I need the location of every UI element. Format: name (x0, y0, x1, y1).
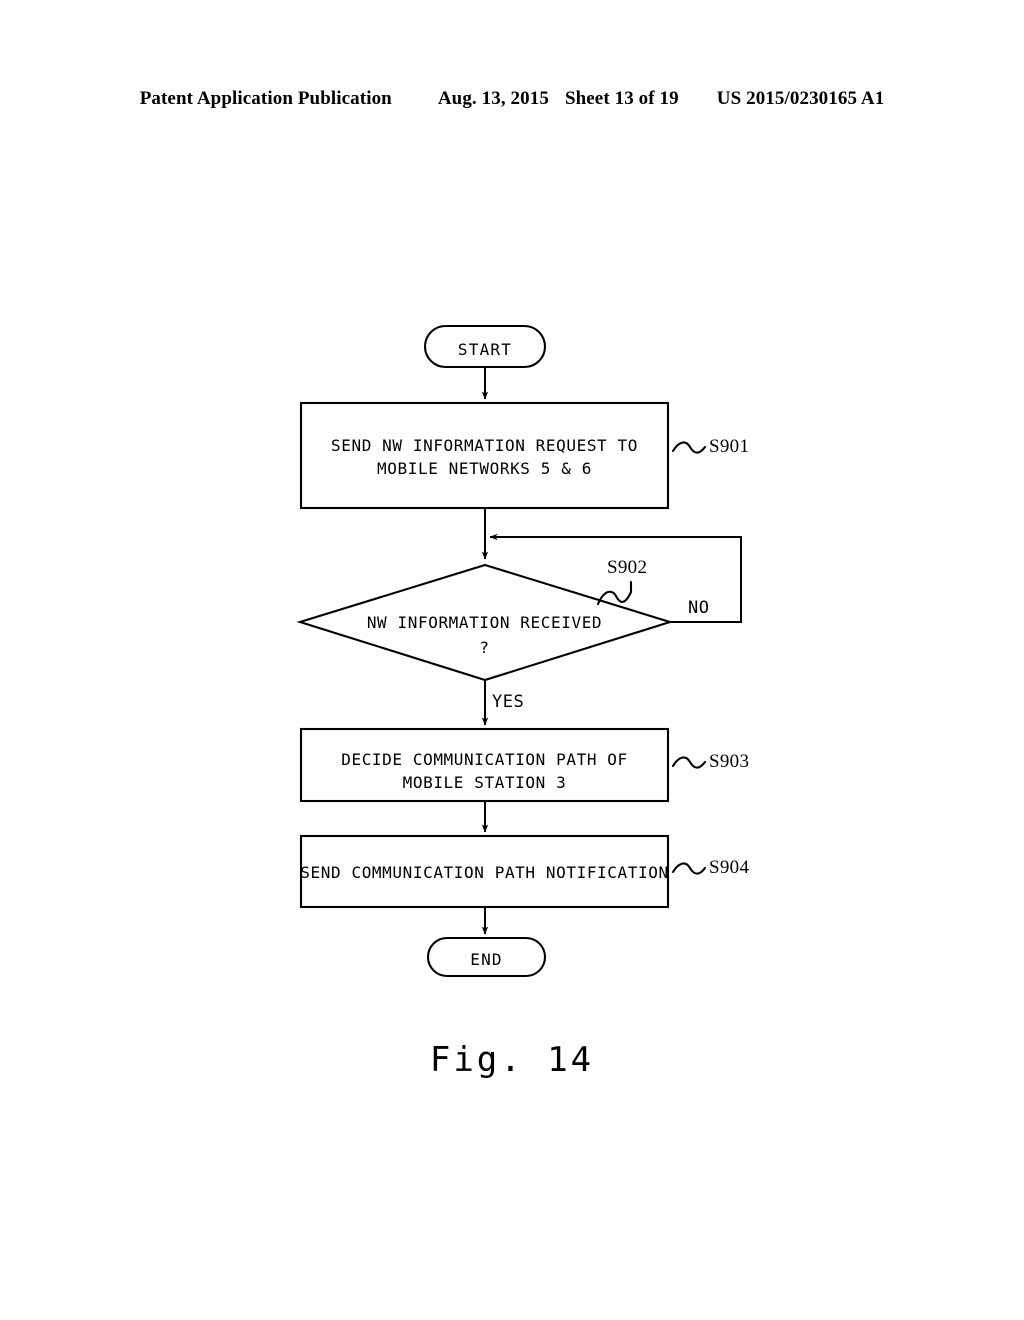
branch-label-yes: YES (492, 692, 525, 712)
reference-label-s902: S902 (607, 557, 648, 578)
leader-line-s904 (671, 862, 707, 875)
leader-line-s901 (671, 441, 707, 454)
leader-line-s903 (671, 756, 707, 769)
node-end-label: END (470, 950, 503, 969)
figure-drawing: START SEND NW INFORMATION REQUEST TO MOB… (0, 0, 1024, 1320)
node-s902-label-line2: ? (479, 638, 490, 657)
node-s903-label-line2: MOBILE STATION 3 (402, 773, 567, 792)
reference-label-s901: S901 (709, 436, 750, 457)
node-s902-label-line1: NW INFORMATION RECEIVED (366, 613, 603, 632)
figure-caption: Fig. 14 (429, 1040, 595, 1080)
reference-label-s904: S904 (709, 857, 750, 878)
node-s901-label-line2: MOBILE NETWORKS 5 & 6 (377, 459, 592, 478)
flowchart-diagram (296, 324, 742, 978)
node-s904-label-line1: SEND COMMUNICATION PATH NOTIFICATION (300, 863, 669, 882)
reference-label-s903: S903 (709, 751, 750, 772)
branch-label-no: NO (688, 598, 710, 618)
node-s903-label-line1: DECIDE COMMUNICATION PATH OF (341, 750, 628, 769)
node-s901-label-line1: SEND NW INFORMATION REQUEST TO (331, 436, 638, 455)
node-start-label: START (457, 340, 513, 359)
